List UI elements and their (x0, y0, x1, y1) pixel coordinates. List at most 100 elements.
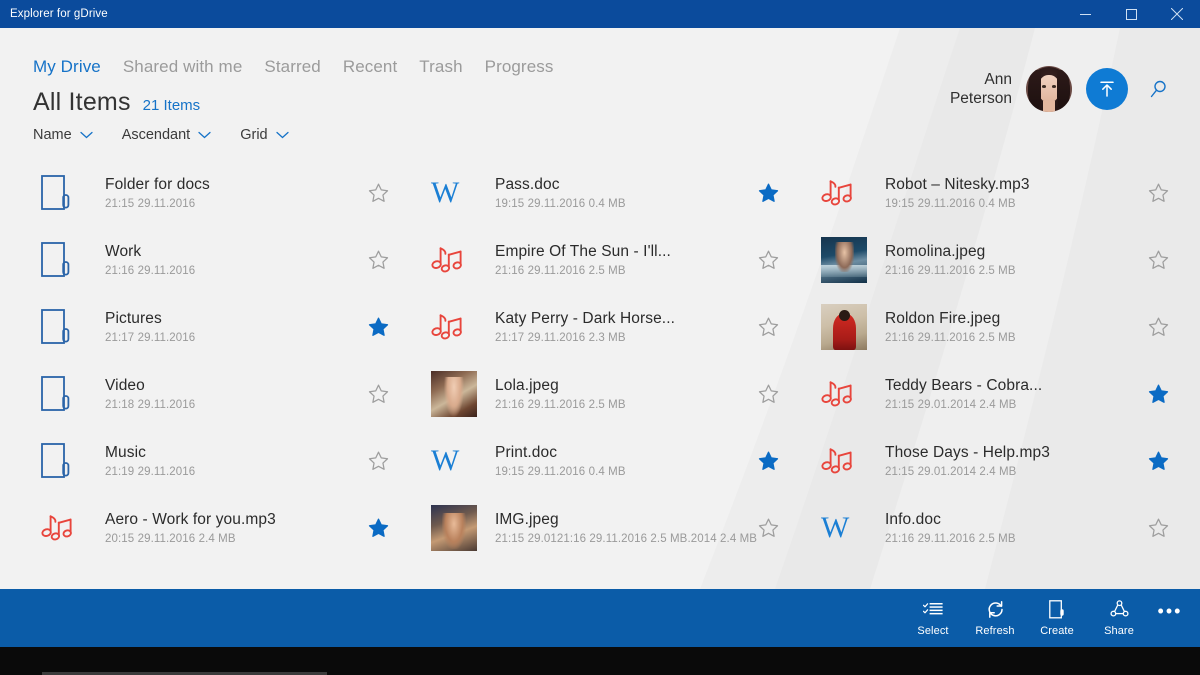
file-row[interactable]: Robot – Nitesky.mp3 19:15 29.11.2016 0.4 … (813, 159, 1200, 226)
create-icon (1049, 600, 1065, 620)
tab-starred[interactable]: Starred (264, 57, 320, 77)
file-icon-cell (423, 245, 495, 275)
file-icon-cell (813, 379, 885, 409)
file-row[interactable]: Work 21:16 29.11.2016 (33, 226, 423, 293)
file-row[interactable]: Folder for docs 21:15 29.11.2016 (33, 159, 423, 226)
minimize-button[interactable] (1062, 0, 1108, 28)
file-grid: Folder for docs 21:15 29.11.2016 Work 21:16… (0, 159, 1200, 561)
tab-trash[interactable]: Trash (419, 57, 462, 77)
file-row[interactable]: W Info.doc 21:16 29.11.2016 2.5 MB (813, 494, 1200, 561)
view-mode-dropdown[interactable]: Grid (240, 127, 289, 143)
star-toggle[interactable] (751, 384, 785, 404)
file-row[interactable]: IMG.jpeg 21:15 29.0121:16 29.11.2016 2.5 … (423, 494, 813, 561)
file-row[interactable]: Teddy Bears - Cobra... 21:15 29.01.2014 2… (813, 360, 1200, 427)
file-row[interactable]: Katy Perry - Dark Horse... 21:17 29.11.20… (423, 293, 813, 360)
file-row[interactable]: Video 21:18 29.11.2016 (33, 360, 423, 427)
more-options-button[interactable]: ••• (1150, 589, 1190, 647)
file-name: Empire Of The Sun - I'll... (495, 242, 671, 260)
file-icon-cell (813, 446, 885, 476)
star-toggle[interactable] (1141, 250, 1175, 270)
file-thumbnail (431, 504, 477, 551)
star-toggle[interactable] (1141, 384, 1175, 404)
star-outline-icon (1148, 518, 1168, 537)
star-outline-icon (1148, 317, 1168, 336)
star-filled-icon (1148, 451, 1168, 470)
file-meta: Lola.jpeg 21:16 29.11.2016 2.5 MB (495, 377, 751, 411)
file-row[interactable]: Roldon Fire.jpeg 21:16 29.11.2016 2.5 MB (813, 293, 1200, 360)
music-icon (821, 380, 852, 406)
share-button[interactable]: Share (1088, 589, 1150, 647)
file-icon-cell (813, 178, 885, 208)
tab-shared-with-me[interactable]: Shared with me (123, 57, 243, 77)
tab-recent[interactable]: Recent (343, 57, 397, 77)
tab-progress[interactable]: Progress (485, 57, 554, 77)
file-row[interactable]: Aero - Work for you.mp3 20:15 29.11.2016 … (33, 494, 423, 561)
page-title: All Items (33, 88, 131, 116)
file-details: 21:17 29.11.2016 2.3 MB (495, 331, 626, 344)
star-filled-icon (368, 317, 388, 336)
file-name: Katy Perry - Dark Horse... (495, 309, 676, 327)
star-toggle[interactable] (361, 518, 395, 538)
music-icon (821, 447, 852, 473)
file-details: 21:16 29.11.2016 2.5 MB (495, 264, 626, 277)
file-details: 19:15 29.11.2016 0.4 MB (495, 197, 626, 210)
star-filled-icon (758, 451, 778, 470)
profile-cluster: Ann Peterson (950, 66, 1176, 112)
file-column: Folder for docs 21:15 29.11.2016 Work 21:16… (33, 159, 423, 561)
star-outline-icon (758, 317, 778, 336)
windows-taskbar: Search the web and Windows (0, 647, 1200, 675)
star-toggle[interactable] (361, 317, 395, 337)
upload-button[interactable] (1086, 68, 1128, 110)
file-meta: Roldon Fire.jpeg 21:16 29.11.2016 2.5 MB (885, 310, 1141, 344)
file-name: Those Days - Help.mp3 (885, 443, 1050, 461)
avatar[interactable] (1026, 66, 1072, 112)
chevron-down-icon (198, 131, 211, 139)
select-icon (923, 600, 943, 620)
file-meta: Folder for docs 21:15 29.11.2016 (105, 176, 361, 210)
chevron-down-icon (275, 131, 289, 139)
sort-controls: Name Ascendant Grid (0, 117, 1200, 143)
file-name: Info.doc (885, 510, 941, 528)
star-toggle[interactable] (361, 384, 395, 404)
star-toggle[interactable] (751, 317, 785, 337)
file-name: Teddy Bears - Cobra... (885, 376, 1043, 394)
sort-field-dropdown[interactable]: Name (33, 127, 93, 143)
star-toggle[interactable] (751, 183, 785, 203)
file-row[interactable]: Pictures 21:17 29.11.2016 (33, 293, 423, 360)
star-toggle[interactable] (361, 250, 395, 270)
star-toggle[interactable] (751, 451, 785, 471)
file-row[interactable]: Romolina.jpeg 21:16 29.11.2016 2.5 MB (813, 226, 1200, 293)
file-details: 21:15 29.01.2014 2.4 MB (885, 465, 1017, 478)
file-row[interactable]: W Print.doc 19:15 29.11.2016 0.4 MB (423, 427, 813, 494)
file-row[interactable]: Those Days - Help.mp3 21:15 29.01.2014 2.… (813, 427, 1200, 494)
star-toggle[interactable] (1141, 518, 1175, 538)
sort-direction-dropdown[interactable]: Ascendant (122, 127, 212, 143)
file-row[interactable]: Empire Of The Sun - I'll... 21:16 29.11.2… (423, 226, 813, 293)
star-toggle[interactable] (751, 518, 785, 538)
file-thumbnail (821, 303, 867, 350)
refresh-button[interactable]: Refresh (964, 589, 1026, 647)
folder-icon (41, 375, 70, 411)
select-label: Select (917, 624, 949, 637)
search-button[interactable] (1142, 72, 1176, 106)
star-toggle[interactable] (751, 250, 785, 270)
file-row[interactable]: Lola.jpeg 21:16 29.11.2016 2.5 MB (423, 360, 813, 427)
file-icon-cell (423, 312, 495, 342)
create-button[interactable]: Create (1026, 589, 1088, 647)
star-outline-icon (1148, 250, 1168, 269)
star-toggle[interactable] (361, 183, 395, 203)
tab-my-drive[interactable]: My Drive (33, 57, 101, 77)
window-title: Explorer for gDrive (10, 8, 108, 20)
star-toggle[interactable] (1141, 451, 1175, 471)
close-button[interactable] (1154, 0, 1200, 28)
file-row[interactable]: Music 21:19 29.11.2016 (33, 427, 423, 494)
maximize-button[interactable] (1108, 0, 1154, 28)
star-toggle[interactable] (1141, 183, 1175, 203)
music-icon (821, 179, 852, 205)
star-toggle[interactable] (361, 451, 395, 471)
refresh-icon (986, 600, 1005, 620)
star-outline-icon (758, 250, 778, 269)
file-row[interactable]: W Pass.doc 19:15 29.11.2016 0.4 MB (423, 159, 813, 226)
star-toggle[interactable] (1141, 317, 1175, 337)
select-button[interactable]: Select (902, 589, 964, 647)
